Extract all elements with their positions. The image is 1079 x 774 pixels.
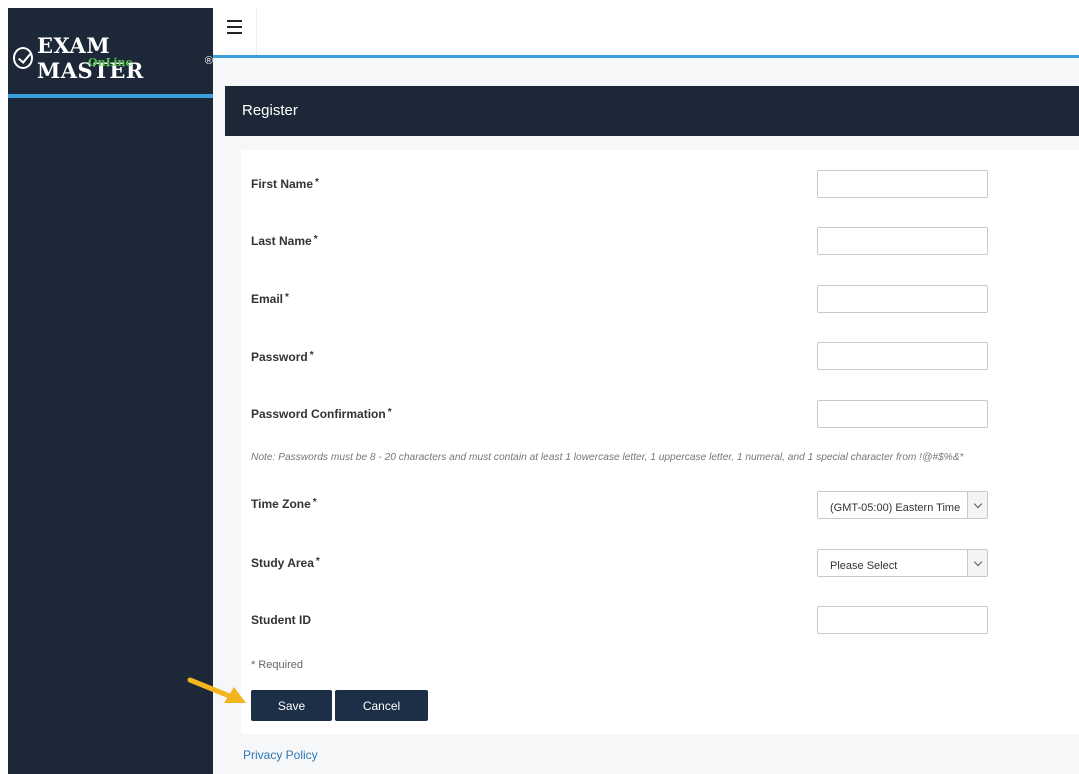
student-id-input[interactable] xyxy=(817,606,988,634)
save-button[interactable]: Save xyxy=(251,690,332,721)
registered-mark: ® xyxy=(204,55,213,67)
menu-toggle-button[interactable] xyxy=(213,8,257,56)
chevron-down-icon[interactable] xyxy=(967,492,987,518)
required-note: * Required xyxy=(251,659,303,671)
email-label: Email * xyxy=(251,292,289,306)
hamburger-icon xyxy=(227,18,242,36)
time-zone-label: Time Zone * xyxy=(251,497,317,511)
brand-subtitle: OnLine xyxy=(88,56,133,69)
email-input[interactable] xyxy=(817,285,988,313)
password-requirements-note: Note: Passwords must be 8 - 20 character… xyxy=(251,452,964,463)
time-zone-selected-value: (GMT-05:00) Eastern Time xyxy=(830,502,961,514)
password-label: Password * xyxy=(251,350,314,364)
study-area-label: Study Area * xyxy=(251,556,320,570)
logo[interactable]: EXAM MASTER ® OnLine xyxy=(8,8,213,94)
password-confirmation-input[interactable] xyxy=(817,400,988,428)
study-area-selected-value: Please Select xyxy=(830,560,898,572)
chevron-down-icon[interactable] xyxy=(967,550,987,576)
password-input[interactable] xyxy=(817,342,988,370)
last-name-input[interactable] xyxy=(817,227,988,255)
annotation-arrow-icon xyxy=(187,677,246,703)
checkmark-circle-icon xyxy=(13,47,33,69)
sidebar-accent-bar xyxy=(8,94,213,98)
cancel-button[interactable]: Cancel xyxy=(335,690,428,721)
privacy-policy-link[interactable]: Privacy Policy xyxy=(243,748,318,762)
last-name-label: Last Name * xyxy=(251,234,318,248)
panel-header: Register xyxy=(225,86,1079,136)
password-confirmation-label: Password Confirmation * xyxy=(251,407,392,421)
top-bar xyxy=(213,8,1079,56)
time-zone-select[interactable]: (GMT-05:00) Eastern Time xyxy=(817,491,988,519)
page-title: Register xyxy=(242,102,298,119)
sidebar: EXAM MASTER ® OnLine xyxy=(8,8,213,774)
first-name-input[interactable] xyxy=(817,170,988,198)
study-area-select[interactable]: Please Select xyxy=(817,549,988,577)
first-name-label: First Name * xyxy=(251,177,319,191)
student-id-label: Student ID xyxy=(251,613,311,627)
